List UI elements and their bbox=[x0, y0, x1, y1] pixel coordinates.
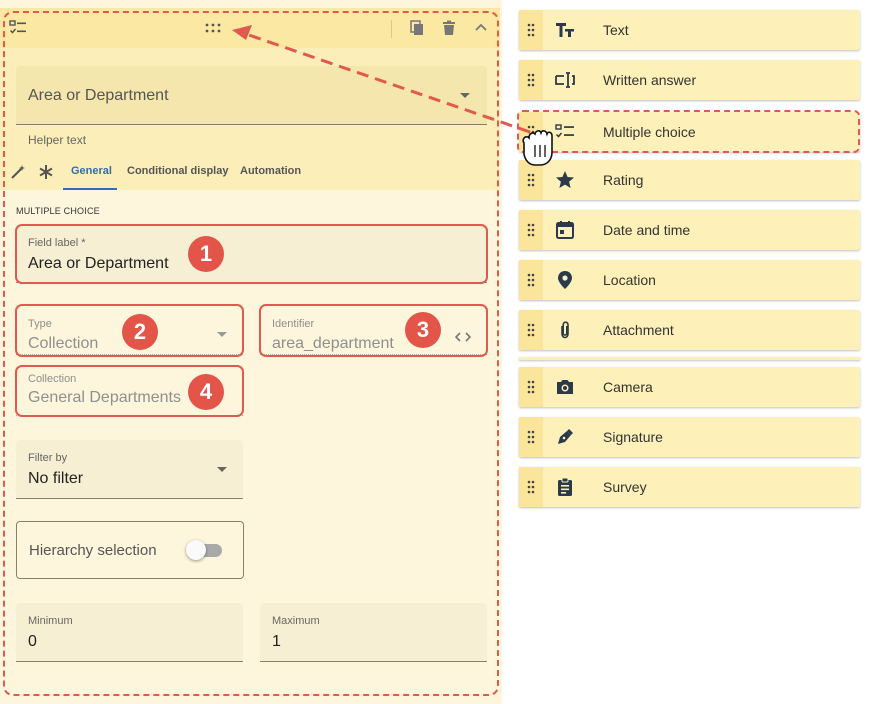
maximum-caption: Maximum bbox=[272, 615, 320, 627]
palette-handle[interactable] bbox=[519, 10, 543, 50]
clipboard-icon bbox=[558, 477, 572, 496]
chevron-down-icon bbox=[217, 332, 227, 337]
toggle-knob[interactable] bbox=[186, 540, 206, 560]
palette-handle[interactable] bbox=[519, 367, 543, 407]
palette-label-multiple-choice: Multiple choice bbox=[603, 124, 696, 140]
magic-wand-icon[interactable] bbox=[10, 164, 26, 180]
palette-item-date-and-time[interactable]: Date and time bbox=[519, 210, 860, 250]
drag-handle-icon[interactable] bbox=[527, 23, 535, 37]
filter-by-caption: Filter by bbox=[28, 452, 68, 464]
identifier-caption: Identifier bbox=[272, 318, 315, 330]
drag-handle-icon[interactable] bbox=[527, 173, 535, 187]
step-badge-4: 4 bbox=[188, 374, 224, 410]
checklist-icon bbox=[9, 20, 26, 34]
palette-item-location[interactable]: Location bbox=[519, 260, 860, 300]
star-icon bbox=[556, 171, 574, 188]
collapse-icon[interactable] bbox=[472, 19, 490, 37]
checklist-icon bbox=[555, 124, 574, 138]
palette-separator bbox=[519, 357, 860, 360]
chevron-down-icon bbox=[460, 93, 470, 98]
delete-icon[interactable] bbox=[440, 19, 458, 37]
identifier-value: area_department bbox=[272, 335, 394, 352]
palette-label-camera: Camera bbox=[603, 379, 653, 395]
camera-icon bbox=[557, 380, 573, 394]
palette-label-signature: Signature bbox=[603, 429, 663, 445]
palette-handle[interactable] bbox=[519, 210, 543, 250]
required-asterisk-icon[interactable] bbox=[38, 164, 54, 180]
palette-label-location: Location bbox=[603, 272, 656, 288]
field-label-caption: Field label * bbox=[28, 237, 86, 249]
step-badge-1: 1 bbox=[188, 236, 224, 272]
field-label-input[interactable]: Field label * Area or Department bbox=[16, 224, 487, 283]
type-caption: Type bbox=[28, 318, 52, 330]
drag-handle-icon[interactable] bbox=[527, 323, 535, 337]
tab-conditional-display[interactable]: Conditional display bbox=[127, 165, 228, 177]
maximum-value: 1 bbox=[272, 633, 281, 650]
palette-label-text: Text bbox=[603, 22, 629, 38]
drag-handle-icon[interactable] bbox=[527, 430, 535, 444]
palette-handle[interactable] bbox=[519, 310, 543, 350]
editor-tabs: General Conditional display Automation bbox=[0, 152, 500, 190]
question-select-value: Area or Department bbox=[28, 87, 169, 104]
pen-nib-icon bbox=[558, 429, 573, 444]
filter-by-select[interactable]: Filter by No filter bbox=[16, 440, 243, 499]
drag-handle-icon[interactable] bbox=[204, 19, 222, 37]
palette-handle[interactable] bbox=[519, 260, 543, 300]
palette-item-attachment[interactable]: Attachment bbox=[519, 310, 860, 350]
drag-handle-icon[interactable] bbox=[527, 125, 535, 139]
drag-handle-icon[interactable] bbox=[527, 273, 535, 287]
maximum-input[interactable]: Maximum 1 bbox=[260, 603, 487, 662]
minimum-value: 0 bbox=[28, 633, 37, 650]
hierarchy-selection-label: Hierarchy selection bbox=[29, 542, 157, 559]
question-select[interactable]: Area or Department bbox=[16, 66, 487, 125]
palette-item-multiple-choice[interactable]: Multiple choice bbox=[519, 112, 860, 152]
minimum-input[interactable]: Minimum 0 bbox=[16, 603, 243, 662]
palette-handle[interactable] bbox=[519, 467, 543, 507]
palette-item-written-answer[interactable]: Written answer bbox=[519, 60, 860, 100]
header-divider bbox=[391, 20, 392, 38]
palette-item-text[interactable]: Text bbox=[519, 10, 860, 50]
palette-handle[interactable] bbox=[519, 160, 543, 200]
card-header bbox=[0, 8, 500, 48]
helper-text: Helper text bbox=[28, 133, 87, 147]
text-cursor-field-icon bbox=[555, 72, 575, 88]
palette-label-survey: Survey bbox=[603, 479, 647, 495]
palette-label-attachment: Attachment bbox=[603, 322, 674, 338]
palette-handle[interactable] bbox=[519, 60, 543, 100]
field-label-value: Area or Department bbox=[28, 255, 169, 272]
minimum-caption: Minimum bbox=[28, 615, 73, 627]
palette-item-survey[interactable]: Survey bbox=[519, 467, 860, 507]
tab-general[interactable]: General bbox=[71, 165, 112, 177]
type-value: Collection bbox=[28, 335, 99, 352]
palette-item-camera[interactable]: Camera bbox=[519, 367, 860, 407]
location-pin-icon bbox=[558, 271, 572, 289]
palette-label-date-and-time: Date and time bbox=[603, 222, 691, 238]
collection-caption: Collection bbox=[28, 373, 77, 385]
palette-item-rating[interactable]: Rating bbox=[519, 160, 860, 200]
filter-by-value: No filter bbox=[28, 470, 84, 487]
drag-handle-icon[interactable] bbox=[527, 223, 535, 237]
calendar-icon bbox=[556, 221, 574, 239]
code-icon[interactable] bbox=[455, 331, 471, 343]
palette-handle[interactable] bbox=[519, 417, 543, 457]
text-format-icon bbox=[556, 23, 574, 37]
step-badge-3: 3 bbox=[405, 312, 441, 348]
chevron-down-icon bbox=[217, 467, 227, 472]
drag-handle-icon[interactable] bbox=[527, 380, 535, 394]
palette-label-rating: Rating bbox=[603, 172, 644, 188]
palette-handle[interactable] bbox=[519, 112, 543, 152]
drag-handle-icon[interactable] bbox=[527, 480, 535, 494]
section-title: MULTIPLE CHOICE bbox=[16, 206, 100, 216]
palette-label-written-answer: Written answer bbox=[603, 72, 697, 88]
identifier-input[interactable]: Identifier area_department bbox=[260, 305, 487, 355]
collection-value: General Departments bbox=[28, 389, 181, 406]
drag-handle-icon[interactable] bbox=[527, 73, 535, 87]
paperclip-icon bbox=[561, 321, 569, 339]
question-editor-card: Area or Department Helper text General C… bbox=[0, 0, 502, 704]
palette-item-signature[interactable]: Signature bbox=[519, 417, 860, 457]
step-badge-2: 2 bbox=[122, 314, 158, 350]
tab-automation[interactable]: Automation bbox=[240, 165, 301, 177]
duplicate-icon[interactable] bbox=[408, 19, 426, 37]
